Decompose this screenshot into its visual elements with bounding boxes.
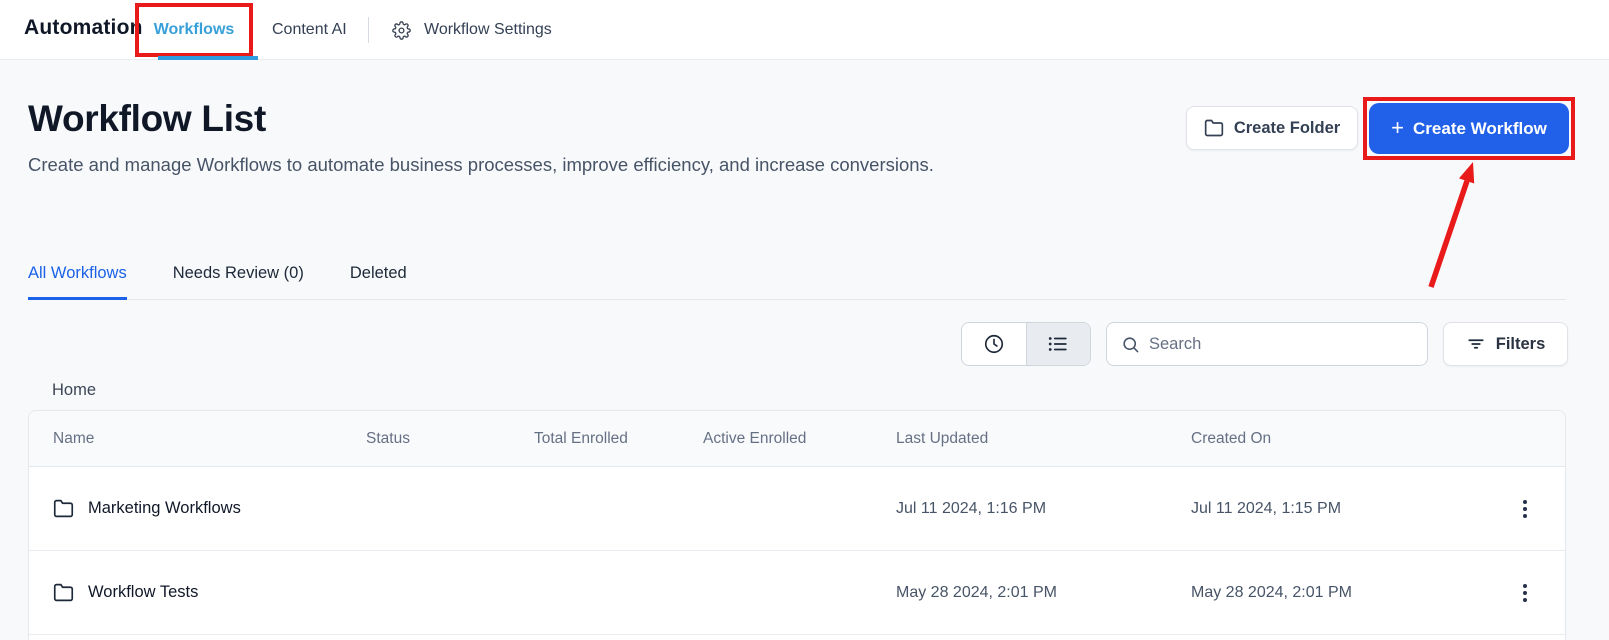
- create-folder-button[interactable]: Create Folder: [1186, 106, 1358, 150]
- column-header-created-on: Created On: [1191, 430, 1509, 448]
- breadcrumb-home[interactable]: Home: [52, 381, 96, 400]
- view-toggle: [961, 322, 1091, 366]
- top-navigation-bar: Automation Workflows Content AI Workflow…: [0, 0, 1609, 60]
- nav-tab-content-ai[interactable]: Content AI: [272, 21, 347, 39]
- row-name: Workflow Tests: [88, 583, 198, 602]
- annotation-box-create-workflow: + Create Workflow: [1363, 97, 1575, 160]
- create-workflow-label: Create Workflow: [1413, 119, 1547, 139]
- tab-needs-review[interactable]: Needs Review (0): [173, 252, 304, 300]
- filter-icon: [1466, 334, 1486, 354]
- table-row[interactable]: Workflow Tests May 28 2024, 2:01 PM May …: [29, 551, 1565, 635]
- annotation-box-workflows: Workflows: [135, 3, 253, 57]
- row-created-on: Jul 11 2024, 1:15 PM: [1191, 500, 1509, 518]
- column-header-status: Status: [366, 430, 534, 448]
- create-workflow-button[interactable]: + Create Workflow: [1369, 103, 1569, 154]
- page-description: Create and manage Workflows to automate …: [28, 150, 963, 179]
- row-name: Marketing Workflows: [88, 499, 241, 518]
- folder-icon: [53, 582, 74, 603]
- history-view-button[interactable]: [962, 323, 1026, 365]
- table-row[interactable]: Marketing Workflows Jul 11 2024, 1:16 PM…: [29, 467, 1565, 551]
- column-header-active-enrolled: Active Enrolled: [703, 430, 896, 448]
- folder-icon: [53, 498, 74, 519]
- workflow-list-tabs: All Workflows Needs Review (0) Deleted: [28, 252, 1566, 300]
- search-icon: [1121, 335, 1140, 354]
- tab-deleted[interactable]: Deleted: [350, 252, 407, 300]
- row-last-updated: Jul 11 2024, 1:16 PM: [896, 500, 1191, 518]
- column-header-total-enrolled: Total Enrolled: [534, 430, 703, 448]
- filters-button[interactable]: Filters: [1443, 322, 1568, 366]
- search-input[interactable]: [1149, 335, 1415, 354]
- row-last-updated: May 28 2024, 2:01 PM: [896, 584, 1191, 602]
- column-header-name: Name: [53, 430, 366, 448]
- clock-icon: [983, 333, 1005, 355]
- plus-icon: +: [1391, 117, 1404, 139]
- row-actions-menu-icon[interactable]: [1509, 577, 1541, 609]
- filters-label: Filters: [1496, 335, 1546, 354]
- column-header-last-updated: Last Updated: [896, 430, 1191, 448]
- create-folder-label: Create Folder: [1234, 119, 1340, 138]
- row-actions-menu-icon[interactable]: [1509, 493, 1541, 525]
- page-title: Workflow List: [28, 98, 266, 140]
- workflows-active-underline: [158, 56, 258, 60]
- nav-tab-workflows[interactable]: Workflows: [154, 21, 235, 39]
- nav-divider: [368, 17, 369, 43]
- gear-icon: [392, 21, 411, 40]
- search-box: [1106, 322, 1428, 366]
- list-view-button[interactable]: [1026, 323, 1091, 365]
- annotation-arrow: [1380, 152, 1500, 297]
- app-title: Automation: [24, 16, 143, 40]
- row-created-on: May 28 2024, 2:01 PM: [1191, 584, 1509, 602]
- folder-icon: [1204, 118, 1224, 138]
- table-header-row: Name Status Total Enrolled Active Enroll…: [29, 411, 1565, 467]
- list-icon: [1047, 333, 1069, 355]
- nav-tab-workflow-settings[interactable]: Workflow Settings: [424, 21, 552, 39]
- tab-all-workflows[interactable]: All Workflows: [28, 252, 127, 300]
- workflow-table: Name Status Total Enrolled Active Enroll…: [28, 410, 1566, 640]
